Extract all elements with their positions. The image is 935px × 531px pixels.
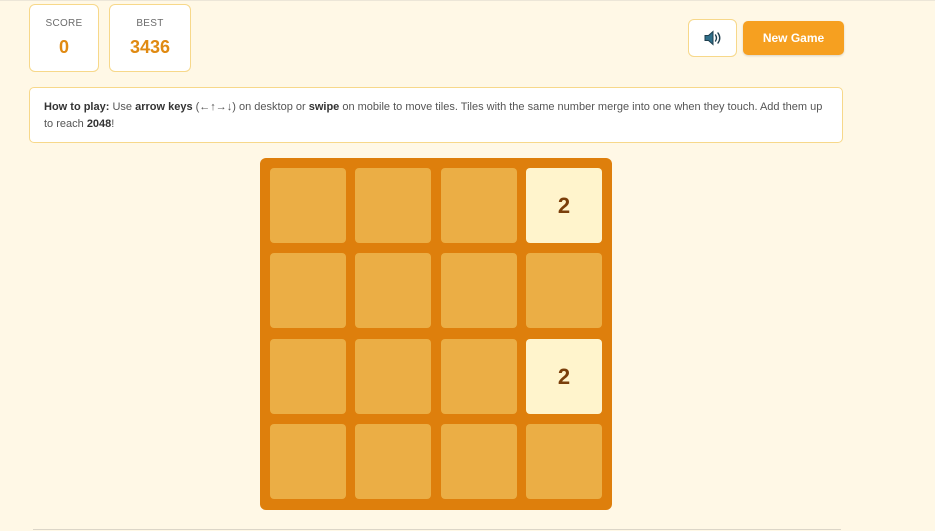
- empty-cell: [441, 253, 517, 328]
- goal-text: 2048: [86, 118, 112, 130]
- tile: 2: [526, 339, 602, 414]
- empty-cell: [270, 168, 346, 243]
- best-label: BEST: [136, 18, 164, 29]
- game-board[interactable]: 22: [260, 158, 612, 510]
- best-score-box: BEST 3436: [109, 4, 191, 72]
- arrow-keys-text: arrow keys: [135, 101, 193, 113]
- empty-cell: [270, 253, 346, 328]
- speaker-icon: [704, 30, 720, 46]
- empty-cell: [441, 168, 517, 243]
- instructions-text-2: (←↑→↓) on desktop or: [192, 101, 309, 113]
- instructions-text-4: !: [111, 118, 115, 130]
- score-box: SCORE 0: [29, 4, 99, 72]
- instructions-text-1: Use: [109, 101, 136, 113]
- empty-cell: [355, 339, 431, 414]
- empty-cell: [526, 424, 602, 499]
- empty-cell: [441, 339, 517, 414]
- tile: 2: [526, 168, 602, 243]
- swipe-text: swipe: [308, 101, 340, 113]
- sound-toggle-button[interactable]: [688, 19, 737, 57]
- empty-cell: [270, 424, 346, 499]
- empty-cell: [441, 424, 517, 499]
- empty-cell: [270, 339, 346, 414]
- new-game-button[interactable]: New Game: [743, 21, 844, 55]
- top-divider: [0, 0, 935, 1]
- empty-cell: [355, 168, 431, 243]
- empty-cell: [355, 253, 431, 328]
- how-to-play-heading: How to play:: [44, 101, 110, 113]
- bottom-divider: [33, 529, 841, 530]
- empty-cell: [355, 424, 431, 499]
- score-value: 0: [58, 37, 69, 57]
- empty-cell: [526, 253, 602, 328]
- best-value: 3436: [129, 37, 171, 57]
- how-to-play-panel: How to play: Use arrow keys (←↑→↓) on de…: [29, 87, 843, 143]
- score-label: SCORE: [45, 18, 83, 29]
